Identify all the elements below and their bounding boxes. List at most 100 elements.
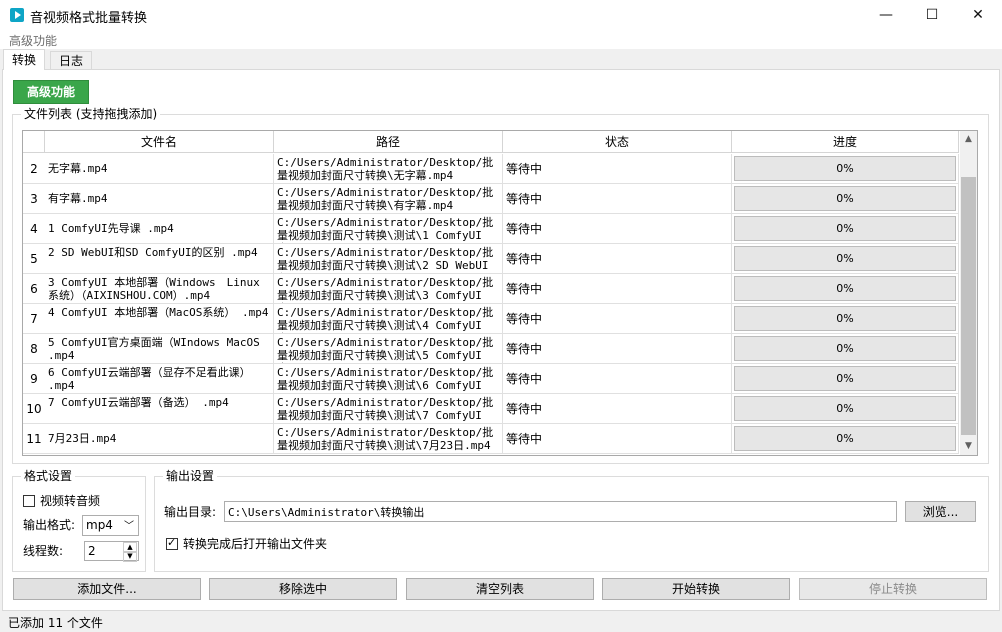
row-path: C:/Users/Administrator/Desktop/批量视频加封面尺寸…	[274, 334, 503, 364]
row-status: 等待中	[503, 184, 732, 214]
scroll-thumb[interactable]	[961, 177, 976, 435]
threads-value: 2	[88, 544, 96, 558]
row-status: 等待中	[503, 424, 732, 454]
header-progress[interactable]: 进度	[732, 131, 959, 153]
table-row[interactable]: 10 7 ComfyUI云端部署（备选） .mp4 C:/Users/Adminis…	[23, 394, 959, 424]
scroll-up-icon[interactable]: ▲	[960, 131, 977, 148]
app-play-icon	[10, 8, 24, 22]
progress-bar: 0%	[734, 276, 956, 301]
add-files-button[interactable]: 添加文件...	[13, 578, 201, 600]
output-settings-title: 输出设置	[163, 469, 218, 483]
spin-down-icon[interactable]: ▼	[123, 551, 137, 562]
header-rownum	[23, 131, 45, 153]
file-list-title: 文件列表 (支持拖拽添加)	[21, 107, 161, 121]
row-status: 等待中	[503, 394, 732, 424]
table-row[interactable]: 96 ComfyUI云端部署（显存不足看此课） .mp4 C:/Users/Adm…	[23, 364, 959, 394]
row-number: 3	[23, 184, 45, 214]
table-row[interactable]: 11 7月23日.mp4 C:/Users/Administrator/Deskto…	[23, 424, 959, 454]
row-filename: 4 ComfyUI 本地部署（MacOS系统） .mp4	[45, 304, 274, 334]
row-filename: 3 ComfyUI 本地部署（Windows Linux系统）（AIXINSHO…	[45, 274, 274, 304]
table-row[interactable]: 3 有字幕.mp4 C:/Users/Administrator/Desktop/批…	[23, 184, 959, 214]
row-progress-cell: 0%	[732, 334, 959, 364]
remove-selected-button[interactable]: 移除选中	[209, 578, 397, 600]
row-path: C:/Users/Administrator/Desktop/批量视频加封面尺寸…	[274, 214, 503, 244]
row-path: C:/Users/Administrator/Desktop/批量视频加封面尺寸…	[274, 274, 503, 304]
progress-bar: 0%	[734, 336, 956, 361]
menu-bar: 高级功能	[0, 31, 1002, 49]
progress-bar: 0%	[734, 186, 956, 211]
header-status[interactable]: 状态	[503, 131, 732, 153]
advanced-features-button[interactable]: 高级功能	[13, 80, 89, 104]
table-row[interactable]: 52 SD WebUI和SD ComfyUI的区别 .mp4 C:/Users/A…	[23, 244, 959, 274]
file-table[interactable]: 文件名 路径 状态 进度 2 无字幕.mp4 C:/Users/Administra…	[22, 130, 978, 456]
video-to-audio-checkbox[interactable]	[23, 495, 35, 507]
vertical-scrollbar[interactable]: ▲ ▼	[960, 131, 977, 455]
title-bar: 音视频格式批量转换 — ☐ ✕	[0, 0, 1002, 31]
table-row[interactable]: 74 ComfyUI 本地部署（MacOS系统） .mp4 C:/Users/Ad…	[23, 304, 959, 334]
header-filename[interactable]: 文件名	[45, 131, 274, 153]
window-title: 音视频格式批量转换	[30, 11, 148, 26]
row-path: C:/Users/Administrator/Desktop/批量视频加封面尺寸…	[274, 364, 503, 394]
output-dir-input[interactable]: C:\Users\Administrator\转换输出	[224, 501, 897, 522]
status-bar: 已添加 11 个文件	[0, 611, 1002, 632]
table-header: 文件名 路径 状态 进度	[23, 131, 959, 153]
row-status: 等待中	[503, 304, 732, 334]
menu-advanced[interactable]: 高级功能	[9, 32, 57, 49]
row-status: 等待中	[503, 214, 732, 244]
tab-log[interactable]: 日志	[50, 51, 93, 70]
table-row[interactable]: 63 ComfyUI 本地部署（Windows Linux系统）（AIXINSH…	[23, 274, 959, 304]
table-row[interactable]: 2 无字幕.mp4 C:/Users/Administrator/Desktop/批…	[23, 154, 959, 184]
output-dir-value: C:\Users\Administrator\转换输出	[228, 506, 425, 519]
row-progress-cell: 0%	[732, 424, 959, 454]
table-row[interactable]: 41 ComfyUI先导课 .mp4 C:/Users/Administrator…	[23, 214, 959, 244]
row-filename: 7月23日.mp4	[45, 424, 274, 454]
tab-convert[interactable]: 转换	[3, 49, 46, 70]
row-progress-cell: 0%	[732, 364, 959, 394]
table-row[interactable]: 85 ComfyUI官方桌面端（WIndows MacOS .mp4 C:/Use…	[23, 334, 959, 364]
row-number: 5	[23, 244, 45, 274]
row-status: 等待中	[503, 154, 732, 184]
open-folder-checkbox[interactable]	[166, 536, 178, 550]
row-filename: 1 ComfyUI先导课 .mp4	[45, 214, 274, 244]
output-dir-label: 输出目录:	[164, 505, 217, 519]
row-filename: 5 ComfyUI官方桌面端（WIndows MacOS .mp4	[45, 334, 274, 364]
minimize-icon[interactable]: —	[863, 0, 909, 31]
row-status: 等待中	[503, 334, 732, 364]
row-status: 等待中	[503, 244, 732, 274]
row-progress-cell: 0%	[732, 214, 959, 244]
row-number: 2	[23, 154, 45, 184]
chevron-down-icon: ﹀	[124, 521, 134, 532]
row-path: C:/Users/Administrator/Desktop/批量视频加封面尺寸…	[274, 184, 503, 214]
row-path: C:/Users/Administrator/Desktop/批量视频加封面尺寸…	[274, 394, 503, 424]
row-path: C:/Users/Administrator/Desktop/批量视频加封面尺寸…	[274, 244, 503, 274]
header-path[interactable]: 路径	[274, 131, 503, 153]
format-settings-title: 格式设置	[21, 469, 76, 483]
row-filename: 2 SD WebUI和SD ComfyUI的区别 .mp4	[45, 244, 274, 274]
row-progress-cell: 0%	[732, 304, 959, 334]
output-format-select[interactable]: mp4 ﹀	[82, 515, 139, 536]
status-text: 已添加 11 个文件	[8, 616, 103, 630]
row-filename: 6 ComfyUI云端部署（显存不足看此课） .mp4	[45, 364, 274, 394]
progress-bar: 0%	[734, 306, 956, 331]
output-settings-group: 输出设置	[154, 469, 989, 572]
start-convert-button[interactable]: 开始转换	[602, 578, 790, 600]
row-number: 7	[23, 304, 45, 334]
threads-spinbox[interactable]: 2 ▲ ▼	[84, 541, 139, 562]
browse-button[interactable]: 浏览...	[905, 501, 976, 522]
close-icon[interactable]: ✕	[955, 0, 1001, 31]
row-filename: 有字幕.mp4	[45, 184, 274, 214]
row-number: 8	[23, 334, 45, 364]
maximize-icon[interactable]: ☐	[909, 0, 955, 31]
progress-bar: 0%	[734, 426, 956, 451]
row-filename: 7 ComfyUI云端部署（备选） .mp4	[45, 394, 274, 424]
row-progress-cell: 0%	[732, 244, 959, 274]
row-status: 等待中	[503, 274, 732, 304]
clear-list-button[interactable]: 清空列表	[406, 578, 594, 600]
progress-bar: 0%	[734, 246, 956, 271]
open-folder-label: 转换完成后打开输出文件夹	[183, 537, 328, 551]
row-number: 11	[23, 424, 45, 454]
row-number: 4	[23, 214, 45, 244]
row-path: C:/Users/Administrator/Desktop/批量视频加封面尺寸…	[274, 154, 503, 184]
scroll-down-icon[interactable]: ▼	[960, 438, 977, 455]
row-progress-cell: 0%	[732, 184, 959, 214]
